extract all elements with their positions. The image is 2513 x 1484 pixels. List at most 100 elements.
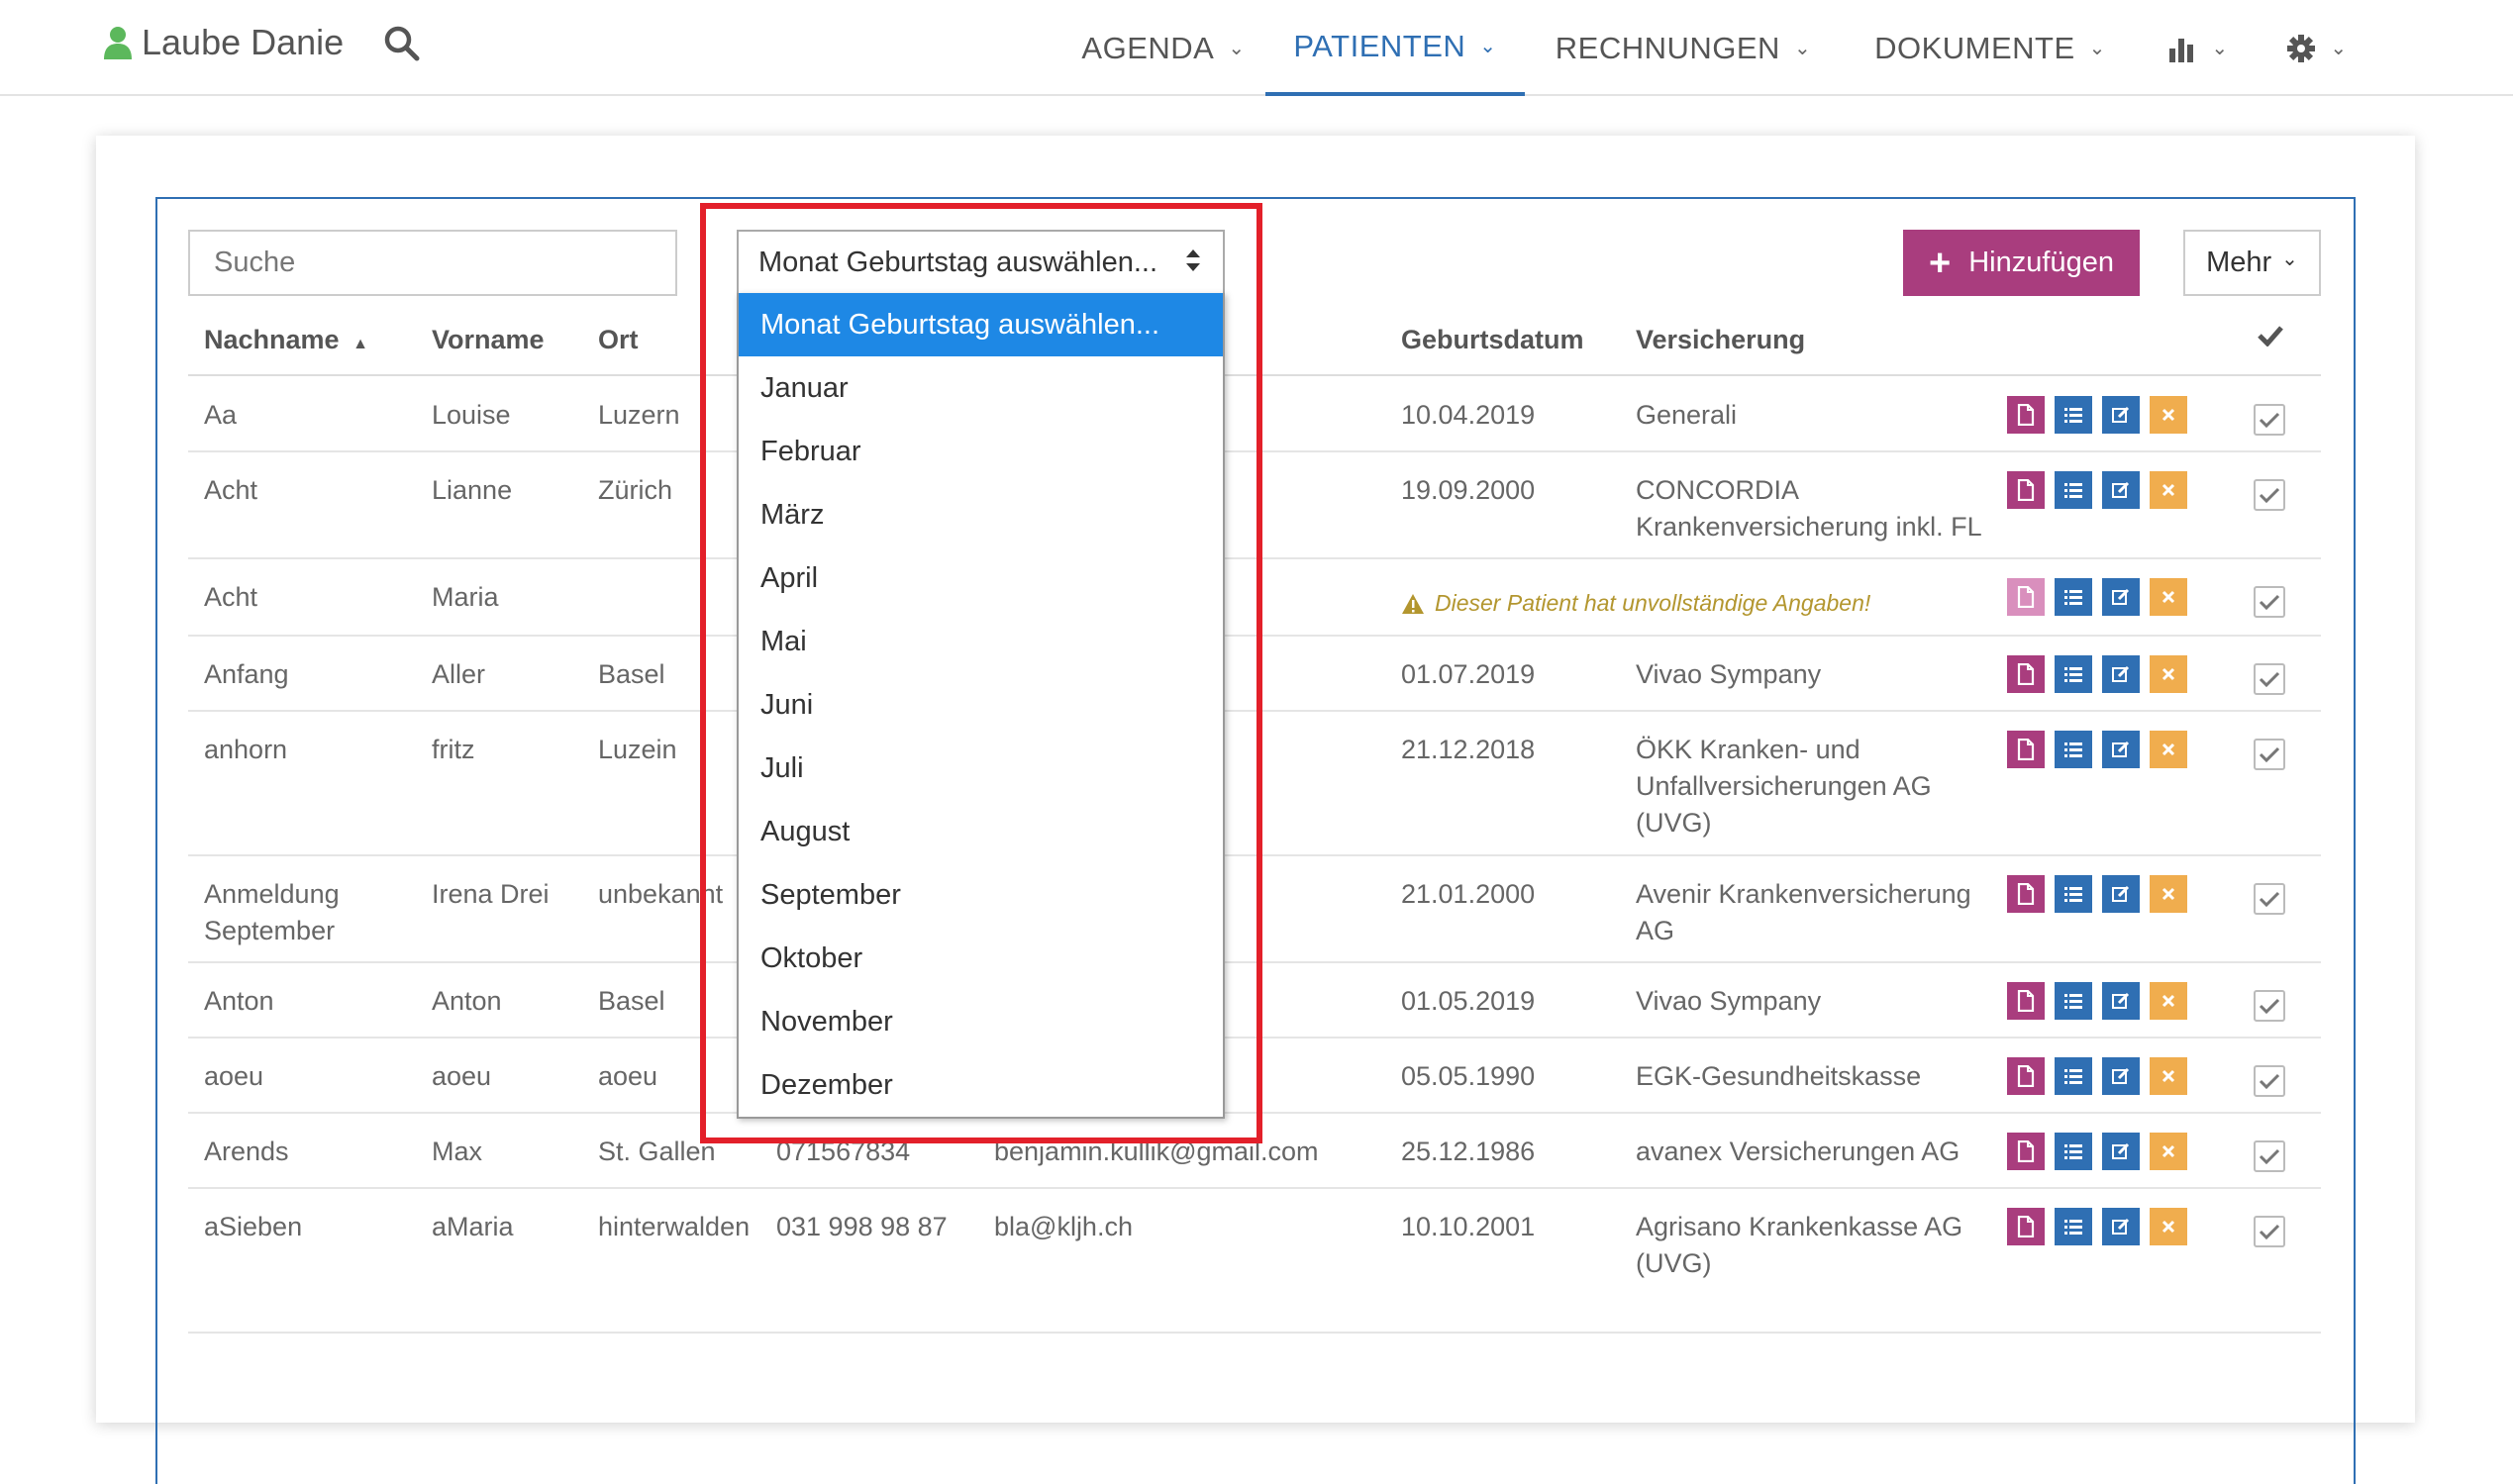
chevron-down-icon: ⌄ bbox=[2088, 38, 2106, 59]
row-divider bbox=[188, 635, 2321, 637]
list-icon[interactable] bbox=[2055, 982, 2092, 1020]
row-checkbox[interactable] bbox=[2254, 586, 2285, 618]
nav-agenda[interactable]: AGENDA ⌄ bbox=[1079, 0, 1248, 96]
birthday-month-select[interactable]: Monat Geburtstag auswählen... bbox=[737, 230, 1225, 294]
cell-geburtsdatum: 10.10.2001 bbox=[1401, 1212, 1536, 1241]
list-icon[interactable] bbox=[2055, 875, 2092, 913]
header-nachname[interactable]: Nachname ▲ bbox=[204, 325, 368, 355]
row-checkbox[interactable] bbox=[2254, 663, 2285, 695]
nav-dokumente-label: DOKUMENTE bbox=[1874, 30, 2075, 65]
edit-icon[interactable] bbox=[2102, 1057, 2140, 1095]
nav-rechnungen[interactable]: RECHNUNGEN ⌄ bbox=[1555, 0, 1812, 96]
cell-ort: unbekannt bbox=[598, 879, 724, 909]
edit-icon[interactable] bbox=[2102, 655, 2140, 693]
delete-icon[interactable] bbox=[2150, 982, 2187, 1020]
list-icon[interactable] bbox=[2055, 1057, 2092, 1095]
edit-icon[interactable] bbox=[2102, 396, 2140, 434]
list-icon[interactable] bbox=[2055, 1208, 2092, 1245]
cell-telefon: 031 998 98 87 bbox=[776, 1212, 948, 1241]
nav-rechnungen-label: RECHNUNGEN bbox=[1555, 30, 1780, 65]
cell-versicherung: avanex Versicherungen AG bbox=[1636, 1137, 1960, 1166]
delete-icon[interactable] bbox=[2150, 396, 2187, 434]
edit-icon[interactable] bbox=[2102, 982, 2140, 1020]
cell-telefon: 071567834 bbox=[776, 1137, 911, 1166]
cell-geburtsdatum: 21.01.2000 bbox=[1401, 879, 1536, 909]
add-patient-button[interactable]: + Hinzufügen bbox=[1903, 230, 2140, 296]
nav-patienten[interactable]: PATIENTEN ⌄ bbox=[1265, 0, 1525, 96]
nav-statistics[interactable]: ⌄ bbox=[2159, 0, 2238, 96]
warning-text: Dieser Patient hat unvollständige Angabe… bbox=[1435, 590, 1871, 616]
dropdown-option[interactable]: August bbox=[739, 800, 1223, 863]
list-icon[interactable] bbox=[2055, 471, 2092, 509]
row-checkbox[interactable] bbox=[2254, 883, 2285, 915]
delete-icon[interactable] bbox=[2150, 731, 2187, 768]
dropdown-option[interactable]: Monat Geburtstag auswählen... bbox=[739, 293, 1223, 356]
cell-versicherung: CONCORDIA Krankenversicherung inkl. FL bbox=[1636, 475, 1982, 542]
edit-icon[interactable] bbox=[2102, 1208, 2140, 1245]
dropdown-option[interactable]: November bbox=[739, 990, 1223, 1053]
dropdown-option[interactable]: Februar bbox=[739, 420, 1223, 483]
row-divider bbox=[188, 1037, 2321, 1039]
document-icon[interactable] bbox=[2007, 731, 2045, 768]
header-nachname-label: Nachname bbox=[204, 325, 340, 354]
header-geburtsdatum[interactable]: Geburtsdatum bbox=[1401, 325, 1584, 355]
document-icon[interactable] bbox=[2007, 578, 2045, 616]
list-icon[interactable] bbox=[2055, 396, 2092, 434]
document-icon[interactable] bbox=[2007, 1208, 2045, 1245]
edit-icon[interactable] bbox=[2102, 578, 2140, 616]
edit-icon[interactable] bbox=[2102, 731, 2140, 768]
row-checkbox[interactable] bbox=[2254, 1065, 2285, 1097]
cell-ort: aoeu bbox=[598, 1061, 658, 1091]
search-icon[interactable] bbox=[384, 26, 420, 66]
nav-settings[interactable]: ⌄ bbox=[2277, 0, 2357, 96]
dropdown-option[interactable]: Juli bbox=[739, 737, 1223, 800]
dropdown-option[interactable]: Dezember bbox=[739, 1053, 1223, 1117]
search-input[interactable] bbox=[188, 230, 677, 296]
user-menu[interactable]: Laube Danie bbox=[104, 22, 344, 63]
edit-icon[interactable] bbox=[2102, 471, 2140, 509]
select-all-check-icon[interactable] bbox=[2258, 323, 2283, 353]
row-checkbox[interactable] bbox=[2254, 990, 2285, 1022]
row-checkbox[interactable] bbox=[2254, 1216, 2285, 1247]
document-icon[interactable] bbox=[2007, 982, 2045, 1020]
dropdown-option[interactable]: Oktober bbox=[739, 927, 1223, 990]
more-button[interactable]: Mehr ⌄ bbox=[2183, 230, 2321, 296]
delete-icon[interactable] bbox=[2150, 578, 2187, 616]
delete-icon[interactable] bbox=[2150, 655, 2187, 693]
dropdown-option[interactable]: April bbox=[739, 546, 1223, 610]
dropdown-option[interactable]: Juni bbox=[739, 673, 1223, 737]
row-divider bbox=[188, 1187, 2321, 1189]
edit-icon[interactable] bbox=[2102, 875, 2140, 913]
list-icon[interactable] bbox=[2055, 1133, 2092, 1170]
row-checkbox[interactable] bbox=[2254, 404, 2285, 436]
header-vorname[interactable]: Vorname bbox=[432, 325, 545, 355]
header-divider bbox=[188, 374, 2321, 376]
delete-icon[interactable] bbox=[2150, 1208, 2187, 1245]
document-icon[interactable] bbox=[2007, 1133, 2045, 1170]
gear-icon bbox=[2287, 34, 2316, 62]
header-ort[interactable]: Ort bbox=[598, 325, 639, 355]
delete-icon[interactable] bbox=[2150, 1133, 2187, 1170]
dropdown-option[interactable]: Januar bbox=[739, 356, 1223, 420]
delete-icon[interactable] bbox=[2150, 471, 2187, 509]
dropdown-option[interactable]: März bbox=[739, 483, 1223, 546]
header-versicherung[interactable]: Versicherung bbox=[1636, 325, 1805, 355]
list-icon[interactable] bbox=[2055, 655, 2092, 693]
edit-icon[interactable] bbox=[2102, 1133, 2140, 1170]
row-checkbox[interactable] bbox=[2254, 1140, 2285, 1172]
document-icon[interactable] bbox=[2007, 396, 2045, 434]
list-icon[interactable] bbox=[2055, 731, 2092, 768]
delete-icon[interactable] bbox=[2150, 875, 2187, 913]
nav-dokumente[interactable]: DOKUMENTE ⌄ bbox=[1871, 0, 2109, 96]
document-icon[interactable] bbox=[2007, 1057, 2045, 1095]
dropdown-option[interactable]: September bbox=[739, 863, 1223, 927]
document-icon[interactable] bbox=[2007, 471, 2045, 509]
delete-icon[interactable] bbox=[2150, 1057, 2187, 1095]
list-icon[interactable] bbox=[2055, 578, 2092, 616]
dropdown-option[interactable]: Mai bbox=[739, 610, 1223, 673]
document-icon[interactable] bbox=[2007, 655, 2045, 693]
cell-vorname: Louise bbox=[432, 400, 511, 430]
row-checkbox[interactable] bbox=[2254, 479, 2285, 511]
row-checkbox[interactable] bbox=[2254, 739, 2285, 770]
document-icon[interactable] bbox=[2007, 875, 2045, 913]
